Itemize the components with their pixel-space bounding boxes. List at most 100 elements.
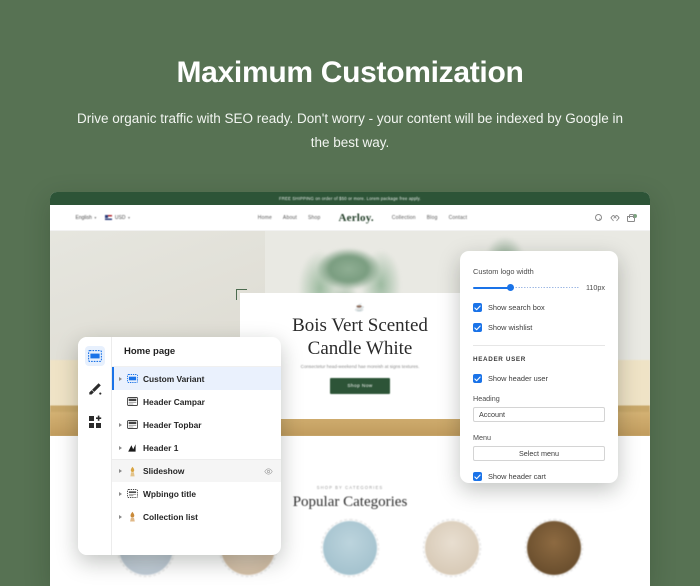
heading-field-label: Heading xyxy=(473,394,500,403)
announcement-bar: FREE SHIPPING on order of $50 or more. L… xyxy=(50,192,650,205)
header-user-section-title: HEADER USER xyxy=(473,356,526,363)
currency-switcher[interactable]: USD ▾ xyxy=(105,215,130,221)
section-row-header-campar[interactable]: Header Campar xyxy=(112,390,281,413)
header-actions xyxy=(595,213,637,223)
page-title: Maximum Customization xyxy=(176,56,524,89)
logo-width-label: Custom logo width xyxy=(473,267,534,276)
announcement-text: FREE SHIPPING on order of $50 or more. L… xyxy=(279,196,421,201)
site-header: English ▾ USD ▾ Home About Shop Aerloy. … xyxy=(50,205,650,231)
hero-title-line1: Bois Vert Scented xyxy=(292,315,428,336)
section-row-collection-list[interactable]: Collection list xyxy=(112,505,281,528)
image-icon xyxy=(127,466,138,477)
visibility-eye-icon[interactable] xyxy=(264,467,273,476)
section-label: Header Campar xyxy=(143,396,205,407)
apps-grid-icon xyxy=(88,415,101,428)
category-thumb[interactable] xyxy=(321,519,379,577)
show-header-user-row[interactable]: Show header user xyxy=(473,374,605,383)
flag-icon xyxy=(105,215,113,220)
cart-badge xyxy=(632,213,637,218)
main-navigation: Home About Shop Aerloy. Collection Blog … xyxy=(130,212,595,224)
slider-filled-track xyxy=(473,286,511,289)
sections-panel-title: Home page xyxy=(112,337,281,367)
section-row-slideshow[interactable]: Slideshow xyxy=(112,459,281,482)
logo-width-slider[interactable] xyxy=(473,283,579,292)
text-block-icon xyxy=(127,488,138,499)
section-label: Wpbingo title xyxy=(143,488,197,499)
show-header-cart-row[interactable]: Show header cart xyxy=(473,472,605,481)
nav-item-blog[interactable]: Blog xyxy=(427,215,438,221)
check-icon xyxy=(474,375,481,381)
section-row-header-topbar[interactable]: Header Topbar xyxy=(112,413,281,436)
expand-triangle-icon[interactable] xyxy=(119,491,122,496)
settings-divider xyxy=(473,345,605,346)
hero-title-line2: Candle White xyxy=(307,338,413,360)
nav-item-home[interactable]: Home xyxy=(258,215,272,221)
editor-icon-rail xyxy=(78,337,112,555)
expand-triangle-icon[interactable] xyxy=(119,445,122,450)
layout-icon xyxy=(127,373,138,384)
layout-icon xyxy=(87,350,102,362)
sidebar-item-sections[interactable] xyxy=(84,346,105,366)
wishlist-icon[interactable] xyxy=(611,214,618,221)
language-switcher[interactable]: English ▾ xyxy=(66,214,97,221)
category-thumb[interactable] xyxy=(525,519,583,577)
show-header-user-checkbox[interactable] xyxy=(473,374,482,383)
slider-empty-track xyxy=(510,287,579,289)
shop-now-button[interactable]: Shop Now xyxy=(330,378,390,395)
show-wishlist-checkbox[interactable] xyxy=(473,323,482,332)
check-icon xyxy=(474,473,481,479)
hero-header: Maximum Customization Drive organic traf… xyxy=(0,0,700,154)
category-thumb[interactable] xyxy=(423,519,481,577)
section-label: Slideshow xyxy=(143,466,185,476)
show-wishlist-label: Show wishlist xyxy=(488,323,533,332)
expand-triangle-icon[interactable] xyxy=(119,422,122,427)
sections-list: Custom Variant Header Campar Header Topb… xyxy=(112,367,281,555)
section-row-custom-variant[interactable]: Custom Variant xyxy=(112,367,281,390)
sidebar-item-theme-settings[interactable] xyxy=(85,379,105,399)
select-menu-button[interactable]: Select menu xyxy=(473,446,605,461)
expand-triangle-icon[interactable] xyxy=(119,376,122,381)
cart-icon[interactable] xyxy=(627,213,637,223)
nav-item-shop[interactable]: Shop xyxy=(308,215,320,221)
chevron-down-icon: ▾ xyxy=(94,215,97,220)
section-label: Header Topbar xyxy=(143,419,202,430)
currency-label: USD xyxy=(114,214,126,221)
language-label: English xyxy=(75,214,92,221)
slider-handle[interactable] xyxy=(506,283,514,291)
show-header-user-label: Show header user xyxy=(488,374,548,383)
header-icon xyxy=(127,419,138,430)
user-icon xyxy=(66,214,73,221)
expand-triangle-icon[interactable] xyxy=(119,469,122,473)
hero-description: Consectetur head-weekend hae moreish at … xyxy=(300,364,420,370)
sections-list-body: Home page Custom Variant Header Campar H… xyxy=(112,337,281,555)
header-icon xyxy=(127,396,138,407)
chart-icon xyxy=(127,442,138,453)
logo-width-slider-row: 110px xyxy=(473,283,605,292)
sidebar-item-apps[interactable] xyxy=(85,412,105,432)
show-search-box-label: Show search box xyxy=(488,303,545,312)
section-label: Collection list xyxy=(143,511,198,522)
expand-triangle-icon[interactable] xyxy=(119,514,122,519)
nav-item-contact[interactable]: Contact xyxy=(449,215,468,221)
nav-item-collection[interactable]: Collection xyxy=(392,215,416,221)
nav-item-about[interactable]: About xyxy=(283,215,297,221)
search-icon[interactable] xyxy=(595,214,602,221)
show-search-box-row[interactable]: Show search box xyxy=(473,303,605,312)
category-ring xyxy=(321,519,379,577)
site-logo[interactable]: Aerloy. xyxy=(338,212,373,224)
sections-panel: Home page Custom Variant Header Campar H… xyxy=(78,337,281,555)
page-subtitle: Drive organic traffic with SEO ready. Do… xyxy=(76,111,624,150)
show-header-cart-label: Show header cart xyxy=(488,472,546,481)
heading-input[interactable] xyxy=(473,407,605,422)
show-header-cart-checkbox[interactable] xyxy=(473,472,482,481)
hero-logo-mark: ☕ xyxy=(354,303,366,312)
header-utilities: English ▾ USD ▾ xyxy=(66,214,131,221)
section-label: Custom Variant xyxy=(143,373,205,384)
section-row-wpbingo-title[interactable]: Wpbingo title xyxy=(112,482,281,505)
settings-panel: Custom logo width 110px Show search box … xyxy=(460,251,618,483)
category-ring xyxy=(525,519,583,577)
show-wishlist-row[interactable]: Show wishlist xyxy=(473,323,605,332)
menu-field-label: Menu xyxy=(473,433,491,442)
section-row-header-1[interactable]: Header 1 xyxy=(112,436,281,459)
show-search-box-checkbox[interactable] xyxy=(473,303,482,312)
